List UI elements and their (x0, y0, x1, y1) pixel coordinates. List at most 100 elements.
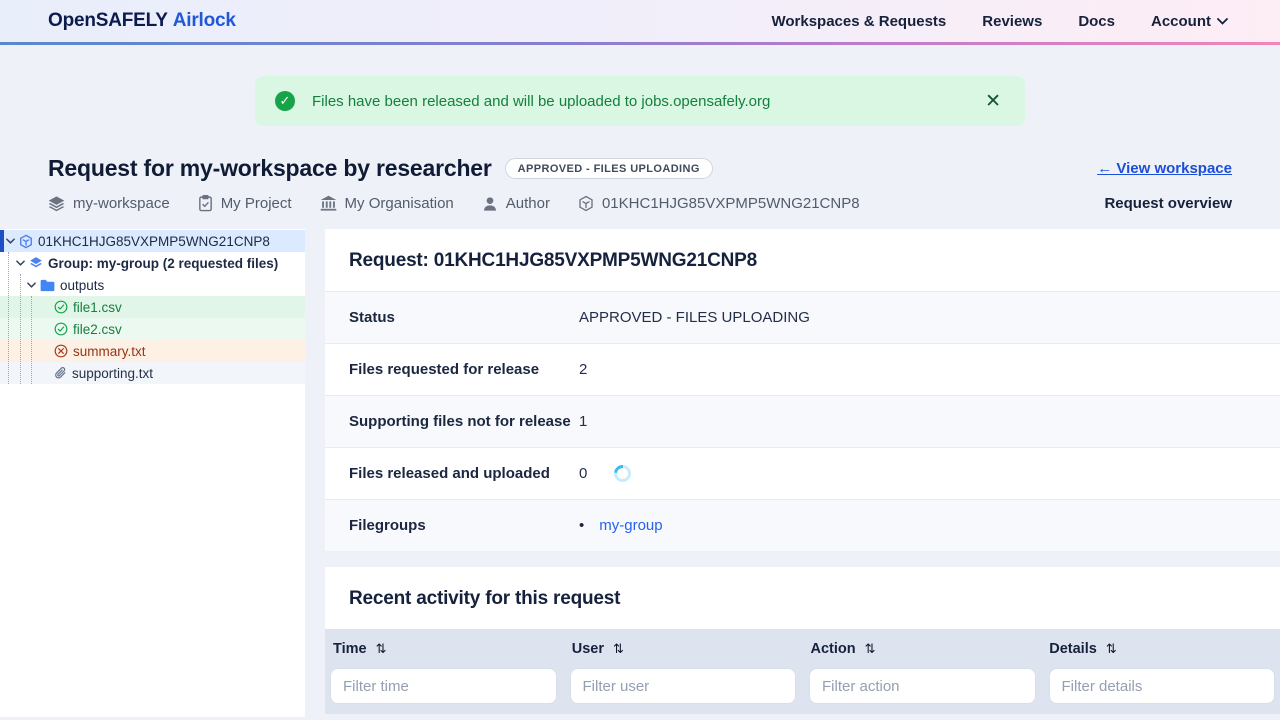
recent-activity-panel: Recent activity for this request Time ⇅ … (325, 567, 1280, 714)
detail-row-supporting-files: Supporting files not for release 1 (325, 395, 1280, 447)
column-label: Details (1049, 641, 1097, 657)
filter-action-input[interactable] (809, 668, 1036, 704)
layers-icon (30, 257, 42, 268)
user-icon (483, 196, 496, 211)
meta-workspace-label: my-workspace (73, 195, 170, 212)
detail-row-files-requested: Files requested for release 2 (325, 343, 1280, 395)
tree-root-label: 01KHC1HJG85VXPMP5WNG21CNP8 (38, 233, 270, 249)
detail-row-filegroups: Filegroups my-group (325, 499, 1280, 551)
chevron-down-icon[interactable] (16, 260, 25, 266)
meta-project-label: My Project (220, 195, 292, 212)
tree-guide-line (8, 252, 9, 384)
sort-icon[interactable]: ⇅ (1106, 641, 1117, 657)
nav-workspaces-requests[interactable]: Workspaces & Requests (771, 13, 946, 30)
detail-label: Files released and uploaded (349, 465, 550, 482)
chevron-down-icon[interactable] (6, 238, 15, 244)
main-content: Request: 01KHC1HJG85VXPMP5WNG21CNP8 Stat… (325, 229, 1280, 714)
sort-icon[interactable]: ⇅ (865, 641, 876, 657)
request-meta: my-workspace My Project My Organisation … (48, 195, 860, 212)
activity-heading: Recent activity for this request (349, 588, 621, 609)
paperclip-icon (55, 367, 66, 379)
nav-docs[interactable]: Docs (1078, 13, 1115, 30)
filegroup-link[interactable]: my-group (599, 517, 662, 534)
sort-icon[interactable]: ⇅ (376, 641, 387, 657)
file-tree-sidebar: 01KHC1HJG85VXPMP5WNG21CNP8 Group: my-gro… (0, 229, 305, 717)
content-area: 01KHC1HJG85VXPMP5WNG21CNP8 Group: my-gro… (0, 229, 1280, 717)
check-circle-icon (54, 322, 68, 336)
detail-value: 0 (579, 465, 588, 482)
view-workspace-link[interactable]: ← View workspace (1097, 160, 1232, 177)
check-circle-icon (54, 300, 68, 314)
meta-request-id-label: 01KHC1HJG85VXPMP5WNG21CNP8 (601, 195, 860, 212)
request-overview-label: Request overview (1104, 195, 1232, 212)
filter-time-input[interactable] (330, 668, 557, 704)
nav-reviews[interactable]: Reviews (982, 13, 1042, 30)
column-header-user[interactable]: User ⇅ (564, 641, 803, 657)
tree-file-label: file2.csv (73, 321, 122, 337)
top-bar: OpenSAFELY Airlock Workspaces & Requests … (0, 0, 1280, 42)
tree-guide-line (20, 274, 21, 384)
logo-secondary: Airlock (172, 10, 236, 31)
tree-group-label: Group: my-group (2 requested files) (48, 255, 279, 271)
organisation-icon (320, 195, 336, 211)
tree-file-label: summary.txt (73, 343, 146, 359)
detail-label: Status (349, 309, 395, 326)
success-notification: ✓ Files have been released and will be u… (255, 76, 1025, 126)
tree-guide-line (31, 296, 32, 384)
chevron-down-icon (1217, 17, 1228, 25)
activity-table-header: Time ⇅ User ⇅ Action ⇅ Details ⇅ (325, 629, 1280, 714)
detail-label: Files requested for release (349, 361, 540, 378)
detail-value: 2 (579, 361, 588, 378)
detail-row-status: Status APPROVED - FILES UPLOADING (325, 291, 1280, 343)
tree-folder-outputs[interactable]: outputs (0, 274, 305, 296)
meta-project: My Project (198, 195, 292, 212)
nav-account-label: Account (1151, 12, 1211, 30)
detail-row-files-released: Files released and uploaded 0 (325, 447, 1280, 499)
tree-file-summary[interactable]: summary.txt (0, 340, 305, 362)
app-logo[interactable]: OpenSAFELY Airlock (48, 10, 236, 32)
logo-primary: OpenSAFELY (48, 10, 168, 31)
layers-icon (48, 196, 65, 212)
page-title: Request for my-workspace by researcher (48, 155, 492, 181)
tree-file-label: file1.csv (73, 299, 122, 315)
main-nav: Workspaces & Requests Reviews Docs Accou… (771, 13, 1228, 30)
meta-author: Author (482, 195, 550, 212)
tree-file-supporting[interactable]: supporting.txt (0, 362, 305, 384)
column-label: User (571, 641, 604, 657)
request-icon (20, 234, 32, 248)
clipboard-icon (198, 195, 212, 212)
column-header-details[interactable]: Details ⇅ (1041, 641, 1280, 657)
tree-file-label: supporting.txt (72, 365, 154, 381)
filter-details-input[interactable] (1048, 668, 1275, 704)
meta-workspace: my-workspace (48, 195, 170, 212)
request-heading: Request: 01KHC1HJG85VXPMP5WNG21CNP8 (349, 250, 757, 271)
column-label: Time (333, 641, 367, 657)
tree-group-my-group[interactable]: Group: my-group (2 requested files) (0, 252, 305, 274)
check-circle-icon: ✓ (275, 91, 295, 111)
sort-icon[interactable]: ⇅ (613, 641, 624, 657)
tree-file-file2[interactable]: file2.csv (0, 318, 305, 340)
column-label: Action (810, 641, 856, 657)
detail-label: Filegroups (349, 517, 426, 534)
column-header-action[interactable]: Action ⇅ (803, 641, 1042, 657)
column-header-time[interactable]: Time ⇅ (325, 641, 564, 657)
upload-spinner-icon (610, 461, 635, 486)
tree-file-file1[interactable]: file1.csv (0, 296, 305, 318)
meta-organisation: My Organisation (320, 195, 454, 212)
request-icon (579, 195, 593, 212)
header-gradient-rule (0, 42, 1280, 45)
meta-author-label: Author (505, 195, 550, 212)
tree-root-request[interactable]: 01KHC1HJG85VXPMP5WNG21CNP8 (0, 230, 305, 252)
filter-user-input[interactable] (569, 668, 796, 704)
meta-request-id: 01KHC1HJG85VXPMP5WNG21CNP8 (578, 195, 860, 212)
nav-account-menu[interactable]: Account (1151, 13, 1228, 30)
folder-icon (40, 279, 55, 291)
close-icon[interactable]: ✕ (981, 90, 1005, 113)
meta-organisation-label: My Organisation (344, 195, 454, 212)
chevron-down-icon[interactable] (27, 282, 36, 288)
x-circle-icon (54, 344, 68, 358)
detail-value: APPROVED - FILES UPLOADING (579, 309, 810, 326)
panel-gap (325, 551, 1280, 567)
notification-message: Files have been released and will be upl… (312, 92, 771, 110)
tree-folder-label: outputs (60, 277, 105, 293)
